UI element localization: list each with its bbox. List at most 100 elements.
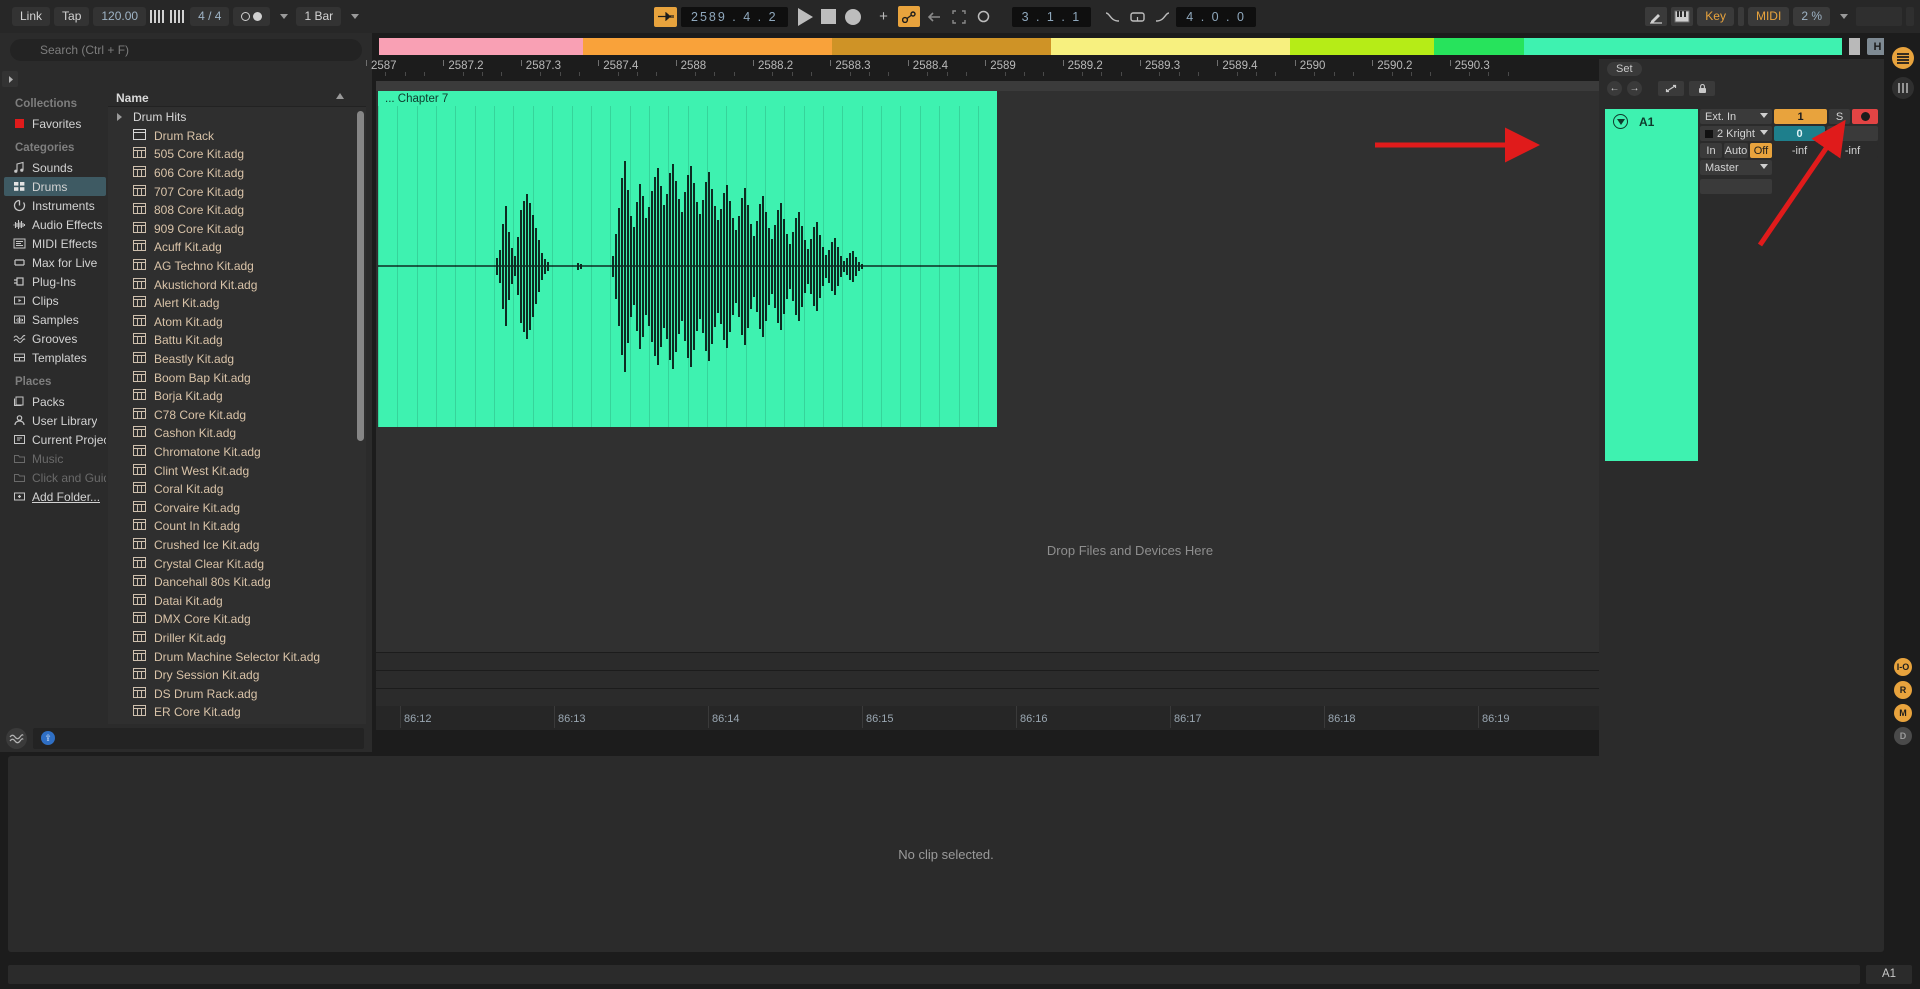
- sidebar-item-music[interactable]: Music: [4, 449, 106, 468]
- arrow-right-circle-icon[interactable]: →: [1627, 81, 1642, 96]
- track-header-a1[interactable]: A1: [1605, 109, 1698, 461]
- sidebar-item-add-folder[interactable]: Add Folder...: [4, 487, 106, 506]
- browser-list-item[interactable]: Acuff Kit.adg: [108, 238, 366, 257]
- song-position-field[interactable]: 2589 . 4 . 2: [681, 7, 788, 27]
- record-icon[interactable]: [845, 9, 861, 25]
- browser-list-item[interactable]: Coral Kit.adg: [108, 480, 366, 499]
- browser-list-item[interactable]: Alert Kit.adg: [108, 294, 366, 313]
- preview-waveform-icon[interactable]: [6, 728, 27, 749]
- sidebar-item-clips[interactable]: Clips: [4, 291, 106, 310]
- diagonal-resize-icon[interactable]: [1658, 81, 1684, 96]
- expand-triangle-icon[interactable]: [116, 113, 126, 121]
- plus-icon[interactable]: +: [873, 6, 895, 27]
- output-channel-select[interactable]: [1700, 179, 1772, 194]
- scene-color-block[interactable]: [1051, 38, 1290, 55]
- quantization-select[interactable]: 1 Bar: [296, 7, 341, 26]
- punch-out-icon[interactable]: [1151, 6, 1173, 27]
- browser-list-item[interactable]: Driller Kit.adg: [108, 629, 366, 648]
- sidebar-item-user-library[interactable]: User Library: [4, 411, 106, 430]
- scene-color-block[interactable]: [1524, 38, 1842, 55]
- browser-list-item[interactable]: Beastly Kit.adg: [108, 350, 366, 369]
- browser-list-item[interactable]: Atom Kit.adg: [108, 313, 366, 332]
- browser-list-item[interactable]: Borja Kit.adg: [108, 387, 366, 406]
- sidebar-item-sounds[interactable]: Sounds: [4, 158, 106, 177]
- scene-color-block[interactable]: [379, 38, 583, 55]
- monitor-in-button[interactable]: In: [1700, 143, 1722, 158]
- search-input[interactable]: Search (Ctrl + F): [10, 39, 362, 61]
- chevron-down-icon[interactable]: [1760, 113, 1768, 118]
- mixer-toggle-button[interactable]: M: [1894, 704, 1912, 722]
- record-arm-icon[interactable]: [1852, 109, 1878, 124]
- cpu-chevron-down-icon[interactable]: [1840, 14, 1848, 19]
- piano-keys-icon[interactable]: [1671, 7, 1693, 26]
- chevron-down-icon[interactable]: [1760, 164, 1768, 169]
- browser-list-item[interactable]: Chromatone Kit.adg: [108, 443, 366, 462]
- browser-list-item[interactable]: Crushed Ice Kit.adg: [108, 536, 366, 555]
- browser-list-item[interactable]: 505 Core Kit.adg: [108, 145, 366, 164]
- volume-slider[interactable]: [1827, 126, 1878, 141]
- monitor-auto-button[interactable]: Auto: [1724, 143, 1748, 158]
- sidebar-item-templates[interactable]: Templates: [4, 348, 106, 367]
- link-button[interactable]: Link: [12, 7, 50, 26]
- browser-list-item[interactable]: Cashon Kit.adg: [108, 424, 366, 443]
- input-type-select[interactable]: Ext. In: [1700, 109, 1772, 124]
- solo-button[interactable]: S: [1829, 109, 1850, 124]
- browser-list-item[interactable]: Dancehall 80s Kit.adg: [108, 573, 366, 592]
- scene-color-block[interactable]: [1290, 38, 1434, 55]
- audio-clip[interactable]: ... Chapter 7: [378, 91, 997, 427]
- metronome-icon[interactable]: [233, 7, 270, 26]
- loop-length-field[interactable]: 4 . 0 . 0: [1176, 7, 1256, 27]
- browser-list-item[interactable]: C78 Core Kit.adg: [108, 406, 366, 425]
- set-name-label[interactable]: Set: [1607, 62, 1642, 76]
- follow-icon[interactable]: [948, 6, 970, 27]
- track-name-label[interactable]: A1: [1639, 115, 1654, 129]
- browser-list-item[interactable]: Corvaire Kit.adg: [108, 498, 366, 517]
- column-header-name[interactable]: Name: [108, 89, 366, 107]
- scene-color-block[interactable]: [1434, 38, 1524, 55]
- pencil-icon[interactable]: [1645, 7, 1667, 26]
- browser-list-item[interactable]: DS Drum Rack.adg: [108, 684, 366, 703]
- browser-list-item[interactable]: 707 Core Kit.adg: [108, 182, 366, 201]
- track-columns-icon[interactable]: [1892, 77, 1914, 99]
- browser-list-item[interactable]: Battu Kit.adg: [108, 331, 366, 350]
- sort-ascending-icon[interactable]: [336, 93, 344, 99]
- midi-map-button[interactable]: MIDI: [1748, 7, 1789, 26]
- sidebar-item-audio-effects[interactable]: Audio Effects: [4, 215, 106, 234]
- metronome-dropdown-icon[interactable]: [280, 14, 288, 19]
- tempo-nudge-down-icon[interactable]: [150, 10, 164, 24]
- send-a-value[interactable]: 1: [1774, 109, 1827, 124]
- browser-scrollbar[interactable]: [357, 111, 364, 441]
- pan-value[interactable]: 0: [1774, 126, 1825, 141]
- tempo-nudge-up-icon[interactable]: [170, 10, 184, 24]
- scene-color-block[interactable]: [583, 38, 832, 55]
- sidebar-item-instruments[interactable]: Instruments: [4, 196, 106, 215]
- browser-list-item[interactable]: Clint West Kit.adg: [108, 461, 366, 480]
- mixer-lines-icon[interactable]: [1892, 47, 1914, 69]
- browser-list-item[interactable]: Boom Bap Kit.adg: [108, 368, 366, 387]
- browser-list-item[interactable]: Crystal Clear Kit.adg: [108, 554, 366, 573]
- clip-title[interactable]: ... Chapter 7: [378, 91, 997, 106]
- output-select[interactable]: Master: [1700, 160, 1772, 175]
- browser-list-item[interactable]: ER Core Kit.adg: [108, 703, 366, 722]
- input-channel-select[interactable]: 2 Kright: [1700, 126, 1772, 141]
- returns-toggle-button[interactable]: R: [1894, 681, 1912, 699]
- browser-collapse-icon[interactable]: [2, 71, 18, 87]
- arrow-left-circle-icon[interactable]: ←: [1607, 81, 1622, 96]
- loop-circle-icon[interactable]: [973, 6, 995, 27]
- scene-color-block[interactable]: [832, 38, 1051, 55]
- sidebar-item-current-project[interactable]: Current Projec: [4, 430, 106, 449]
- browser-list-item[interactable]: 909 Core Kit.adg: [108, 220, 366, 239]
- re-enable-automation-icon[interactable]: [923, 6, 945, 27]
- browser-list-item[interactable]: Drum Rack: [108, 127, 366, 146]
- clip-detail-view[interactable]: No clip selected.: [8, 756, 1884, 952]
- time-signature-field[interactable]: 4 / 4: [190, 7, 229, 26]
- browser-list-item[interactable]: 808 Core Kit.adg: [108, 201, 366, 220]
- sidebar-item-plug-ins[interactable]: Plug-Ins: [4, 272, 106, 291]
- browser-list-item[interactable]: 606 Core Kit.adg: [108, 164, 366, 183]
- chevron-down-icon[interactable]: [1760, 130, 1768, 135]
- tempo-field[interactable]: 120.00: [93, 7, 146, 26]
- browser-list-item[interactable]: Drum Machine Selector Kit.adg: [108, 647, 366, 666]
- download-status-bar[interactable]: ⇪: [33, 728, 364, 749]
- automation-arm-icon[interactable]: [898, 6, 920, 27]
- sidebar-item-click-and-guide[interactable]: Click and Guide: [4, 468, 106, 487]
